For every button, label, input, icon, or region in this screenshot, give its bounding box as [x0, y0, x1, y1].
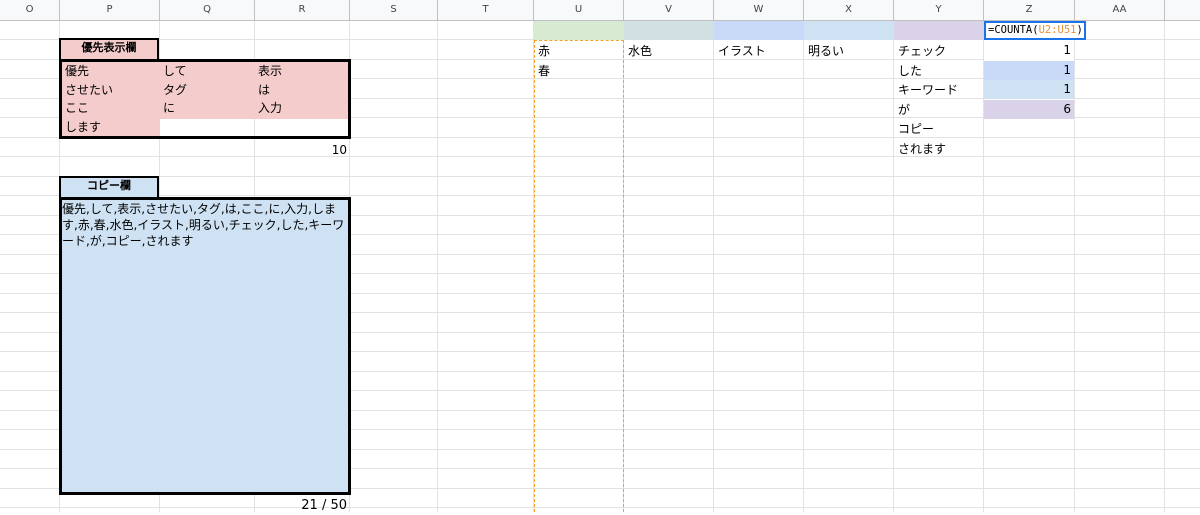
priority-cell[interactable]: ここ	[62, 99, 157, 118]
count-cell-z[interactable]: 1	[984, 80, 1074, 99]
formula-range: U2:U51	[1038, 24, 1077, 36]
column-header-bar: O P Q R S T U V W X Y Z AA	[0, 0, 1200, 21]
priority-cell[interactable]: して	[160, 62, 255, 81]
col-header-v[interactable]: V	[624, 0, 714, 20]
copy-text[interactable]: 優先,して,表示,させたい,タグ,は,ここ,に,入力,します,赤,春,水色,イラ…	[62, 201, 346, 249]
copy-selection-marquee	[534, 40, 624, 512]
priority-cell[interactable]: に	[160, 99, 255, 118]
priority-title: 優先表示欄	[59, 38, 159, 59]
tag-cell-y[interactable]: コピー	[895, 120, 983, 139]
tag-cell-u[interactable]: 赤	[535, 42, 623, 61]
priority-cell[interactable]: 入力	[255, 99, 350, 118]
col-header-p[interactable]: P	[60, 0, 160, 20]
priority-cell[interactable]: します	[62, 118, 157, 137]
priority-cell[interactable]: させたい	[62, 81, 157, 100]
col-header-r[interactable]: R	[255, 0, 350, 20]
formula-cell-z1[interactable]: =COUNTA(U2:U51)	[984, 21, 1086, 40]
col-header-o[interactable]: O	[0, 0, 60, 20]
tag-cell-y[interactable]: キーワード	[895, 81, 983, 100]
count-cell-z[interactable]: 6	[984, 100, 1074, 119]
count-cell-z[interactable]: 1	[984, 41, 1074, 60]
header-band-y[interactable]	[894, 21, 984, 40]
col-header-w[interactable]: W	[714, 0, 804, 20]
col-header-y[interactable]: Y	[894, 0, 984, 20]
header-band-u[interactable]	[534, 21, 624, 40]
header-band-w[interactable]	[714, 21, 804, 40]
copy-count: 21 / 50	[301, 498, 347, 513]
priority-cell[interactable]: は	[255, 81, 350, 100]
priority-count: 10	[331, 143, 347, 157]
tag-cell-y[interactable]: が	[895, 101, 983, 120]
header-band-v[interactable]	[624, 21, 714, 40]
tag-cell-w[interactable]: イラスト	[715, 42, 803, 61]
header-band-x[interactable]	[804, 21, 894, 40]
copy-title: コピー欄	[59, 176, 159, 197]
formula-suffix: )	[1076, 24, 1083, 36]
col-header-q[interactable]: Q	[160, 0, 255, 20]
col-header-u[interactable]: U	[534, 0, 624, 20]
priority-cell[interactable]: 優先	[62, 62, 157, 81]
col-header-z[interactable]: Z	[984, 0, 1075, 20]
col-header-aa[interactable]: AA	[1075, 0, 1165, 20]
count-cell-z[interactable]: 1	[984, 61, 1074, 80]
tag-cell-x[interactable]: 明るい	[805, 42, 893, 61]
priority-cell[interactable]: タグ	[160, 81, 255, 100]
tag-cell-y[interactable]: チェック	[895, 42, 983, 61]
tag-cell-y[interactable]: されます	[895, 140, 983, 159]
tag-cell-v[interactable]: 水色	[625, 42, 713, 61]
col-header-x[interactable]: X	[804, 0, 894, 20]
col-header-t[interactable]: T	[438, 0, 534, 20]
tag-cell-y[interactable]: した	[895, 62, 983, 81]
col-header-s[interactable]: S	[350, 0, 438, 20]
tag-cell-u[interactable]: 春	[535, 62, 623, 81]
formula-prefix: =COUNTA(	[988, 24, 1039, 36]
priority-cell[interactable]: 表示	[255, 62, 350, 81]
